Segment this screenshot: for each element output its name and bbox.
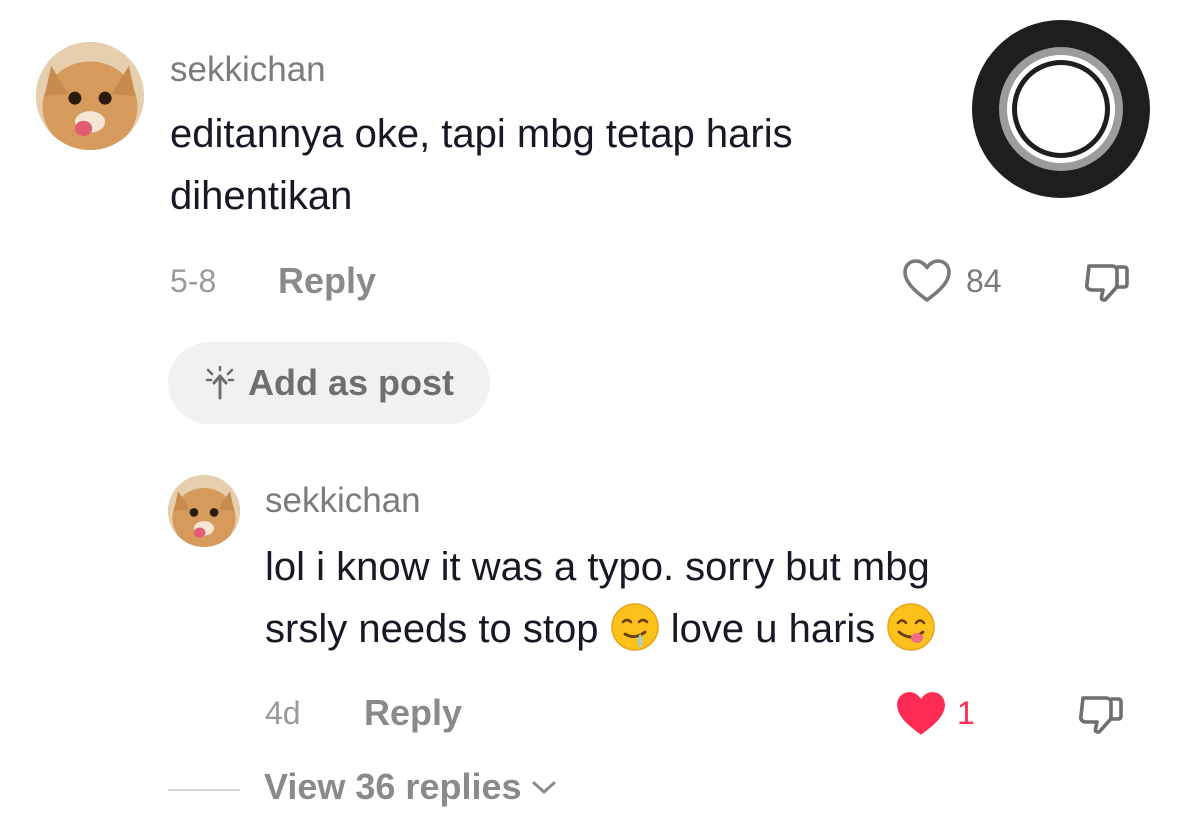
- sparkle-arrow-icon: [205, 366, 235, 400]
- heart-outline-icon: [903, 259, 951, 302]
- reply-text: lol i know it was a typo. sorry but mbg …: [265, 536, 936, 660]
- reply-like-button[interactable]: [895, 690, 947, 738]
- comment-username[interactable]: sekkichan: [170, 50, 326, 90]
- reply-text-part2: love u haris: [659, 607, 887, 651]
- face-savoring-food-icon: [886, 602, 936, 652]
- comment-date: 5-8: [170, 263, 217, 299]
- record-button[interactable]: [972, 20, 1150, 198]
- comment-text: editannya oke, tapi mbg tetap haris dihe…: [170, 112, 793, 218]
- add-as-post-button[interactable]: Add as post: [168, 342, 490, 424]
- reply-button[interactable]: Reply: [278, 260, 376, 302]
- thumbs-down-icon: [1084, 264, 1129, 302]
- divider: [168, 789, 240, 791]
- view-replies-label: View 36 replies: [264, 766, 522, 807]
- comment-thread: sekkichan editannya oke, tapi mbg tetap …: [0, 0, 1179, 832]
- avatar[interactable]: [36, 42, 144, 150]
- reply-like-count: 1: [957, 695, 975, 731]
- reply-avatar[interactable]: [168, 475, 240, 547]
- heart-filled-icon: [897, 692, 945, 735]
- reply-username[interactable]: sekkichan: [265, 481, 421, 521]
- chevron-down-icon: [532, 781, 556, 794]
- dislike-button[interactable]: [1082, 258, 1132, 308]
- reply-date: 4d: [265, 695, 301, 731]
- cat-avatar-icon: [168, 475, 240, 547]
- like-button[interactable]: [902, 258, 952, 304]
- drooling-face-icon: [610, 602, 660, 652]
- cat-avatar-icon: [36, 42, 144, 150]
- view-replies-button[interactable]: View 36 replies: [264, 766, 558, 808]
- thumbs-down-icon: [1078, 696, 1123, 734]
- reply-dislike-button[interactable]: [1076, 690, 1126, 740]
- reply-reply-button[interactable]: Reply: [364, 692, 462, 734]
- like-count: 84: [966, 263, 1002, 299]
- add-as-post-label: Add as post: [247, 362, 454, 403]
